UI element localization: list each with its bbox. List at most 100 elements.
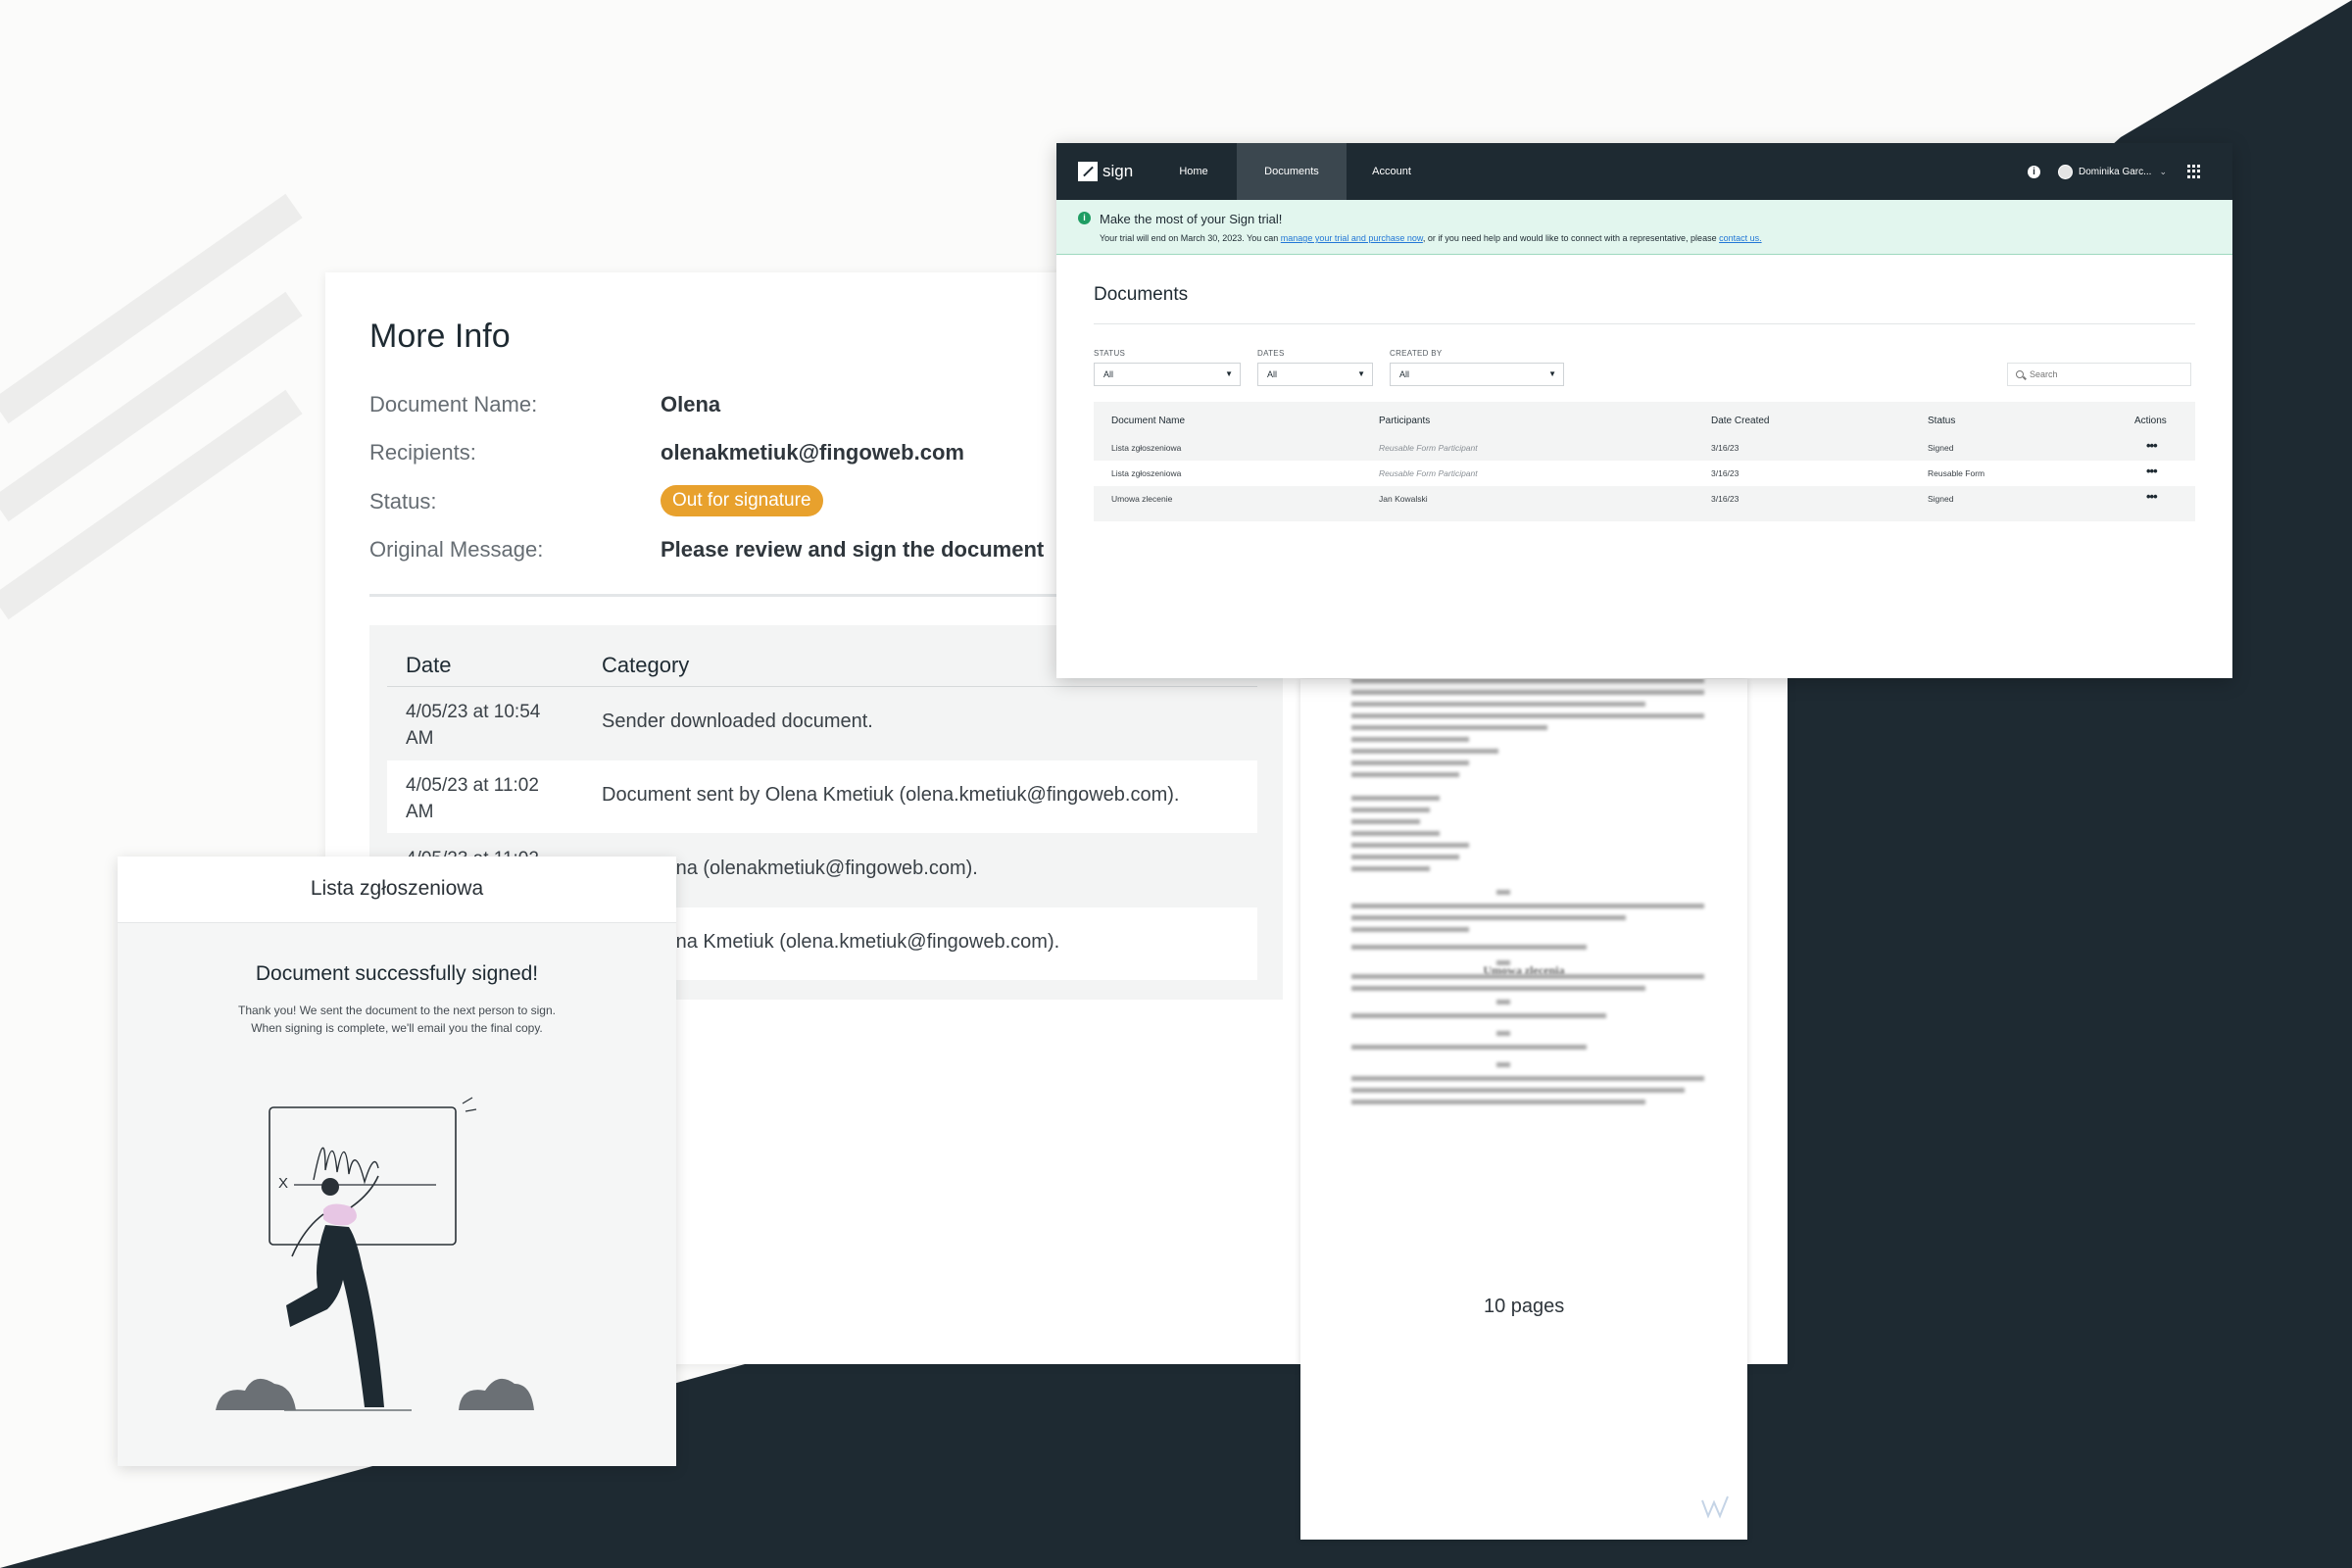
contact-us-link[interactable]: contact us. bbox=[1719, 233, 1762, 243]
dates-filter-label: DATES bbox=[1257, 349, 1285, 358]
blurred-text-line bbox=[1496, 1062, 1510, 1067]
column-header-status[interactable]: Status bbox=[1928, 416, 1955, 426]
modal-title: Document successfully signed! bbox=[255, 962, 539, 985]
modal-message: Thank you! We sent the document to the n… bbox=[176, 1002, 617, 1037]
recipients-value: olenakmetiuk@fingoweb.com bbox=[661, 440, 964, 465]
watermark-icon bbox=[1701, 1495, 1729, 1519]
page-count: 10 pages bbox=[1484, 1296, 1565, 1317]
documents-table: Document Name Participants Date Created … bbox=[1094, 402, 2195, 521]
blurred-text-line bbox=[1351, 904, 1704, 908]
blurred-text-line bbox=[1351, 690, 1704, 695]
status-label: Status: bbox=[369, 489, 437, 514]
trial-banner-title: Make the most of your Sign trial! bbox=[1100, 212, 1283, 226]
blurred-text-line bbox=[1351, 855, 1459, 859]
trial-text-prefix: Your trial will end on March 30, 2023. Y… bbox=[1100, 233, 1281, 243]
tab-home[interactable]: Home bbox=[1162, 143, 1225, 200]
blurred-text-line bbox=[1351, 866, 1430, 871]
blurred-text-line bbox=[1351, 1088, 1685, 1093]
chevron-down-icon: ▼ bbox=[1548, 369, 1556, 378]
signed-success-modal: Lista zgłoszeniowa Document successfully… bbox=[118, 857, 676, 1466]
created-by-filter-select[interactable]: All ▼ bbox=[1390, 363, 1564, 386]
table-row[interactable]: Umowa zlecenie Jan Kowalski 3/16/23 Sign… bbox=[1094, 486, 2195, 512]
history-date: 4/05/23 at 10:54 AM bbox=[406, 702, 541, 749]
row-document-name[interactable]: Lista zgłoszeniowa bbox=[1111, 443, 1181, 453]
manage-trial-link[interactable]: manage your trial and purchase now bbox=[1281, 233, 1423, 243]
blurred-text-line bbox=[1351, 772, 1459, 777]
history-header-category: Category bbox=[602, 653, 690, 677]
logo-text: sign bbox=[1102, 162, 1134, 180]
dates-filter-select[interactable]: All ▼ bbox=[1257, 363, 1373, 386]
pen-logo-icon bbox=[1078, 162, 1098, 181]
user-menu[interactable]: Dominika Garc... ⌄ bbox=[2058, 143, 2167, 200]
blurred-text-line bbox=[1496, 960, 1510, 965]
row-date: 3/16/23 bbox=[1711, 494, 1740, 504]
status-filter-value: All bbox=[1103, 369, 1114, 379]
more-actions-icon[interactable]: ••• bbox=[2146, 489, 2158, 504]
status-filter-label: STATUS bbox=[1094, 349, 1126, 358]
help-button[interactable]: i bbox=[2028, 143, 2040, 200]
row-document-name[interactable]: Umowa zlecenie bbox=[1111, 494, 1172, 504]
table-row[interactable]: Lista zgłoszeniowa Reusable Form Partici… bbox=[1094, 461, 2195, 486]
history-header-date: Date bbox=[406, 653, 452, 677]
original-message-value: Please review and sign the document bbox=[661, 537, 1045, 562]
row-date: 3/16/23 bbox=[1711, 468, 1740, 478]
blurred-text-line bbox=[1351, 737, 1469, 742]
chevron-down-icon: ▼ bbox=[1225, 369, 1233, 378]
row-status: Signed bbox=[1928, 443, 1954, 453]
status-filter-select[interactable]: All ▼ bbox=[1094, 363, 1241, 386]
more-actions-icon[interactable]: ••• bbox=[2146, 464, 2158, 478]
created-by-filter-label: CREATED BY bbox=[1390, 349, 1443, 358]
blurred-text-line bbox=[1351, 1076, 1704, 1081]
document-preview[interactable]: Umowa zlecenia bbox=[1300, 679, 1747, 1540]
table-row[interactable]: Lista zgłoszeniowa Reusable Form Partici… bbox=[1094, 435, 2195, 461]
blurred-text-line bbox=[1351, 843, 1469, 848]
tab-documents[interactable]: Documents bbox=[1237, 143, 1347, 200]
apps-grid-button[interactable] bbox=[2187, 143, 2201, 200]
blurred-text-line bbox=[1496, 890, 1510, 895]
page-title: Documents bbox=[1094, 284, 1189, 305]
document-name-value: Olena bbox=[661, 392, 721, 416]
blurred-text-line bbox=[1351, 1045, 1587, 1050]
search-box[interactable] bbox=[2007, 363, 2191, 386]
blurred-text-line bbox=[1351, 725, 1547, 730]
dates-filter-value: All bbox=[1267, 369, 1278, 379]
trial-banner-text: Your trial will end on March 30, 2023. Y… bbox=[1100, 233, 1762, 243]
search-icon bbox=[2016, 370, 2024, 378]
column-header-name[interactable]: Document Name bbox=[1111, 416, 1185, 426]
modal-message-line-1: Thank you! We sent the document to the n… bbox=[238, 1004, 556, 1017]
tab-account[interactable]: Account bbox=[1356, 143, 1427, 200]
blurred-text-line bbox=[1351, 927, 1469, 932]
search-input[interactable] bbox=[2030, 367, 2186, 382]
blurred-text-line bbox=[1351, 945, 1587, 950]
more-actions-icon[interactable]: ••• bbox=[2146, 438, 2158, 453]
row-participants: Jan Kowalski bbox=[1379, 494, 1428, 504]
row-participants: Reusable Form Participant bbox=[1379, 443, 1478, 453]
original-message-label: Original Message: bbox=[369, 537, 544, 562]
column-header-actions: Actions bbox=[2134, 416, 2167, 426]
blurred-text-line bbox=[1496, 1031, 1510, 1036]
blurred-text-line bbox=[1496, 1000, 1510, 1004]
blurred-text-line bbox=[1351, 679, 1704, 683]
created-by-filter-value: All bbox=[1399, 369, 1410, 379]
info-icon: i bbox=[1078, 212, 1091, 224]
chevron-down-icon: ⌄ bbox=[2159, 166, 2168, 176]
blurred-text-line bbox=[1351, 1013, 1606, 1018]
row-document-name[interactable]: Lista zgłoszeniowa bbox=[1111, 468, 1181, 478]
top-nav: sign Home Documents Account i Dominika G… bbox=[1056, 143, 2232, 200]
modal-message-line-2: When signing is complete, we'll email yo… bbox=[251, 1021, 543, 1035]
modal-header: Lista zgłoszeniowa bbox=[118, 857, 676, 923]
row-status: Signed bbox=[1928, 494, 1954, 504]
more-info-title: More Info bbox=[369, 318, 511, 355]
column-header-participants[interactable]: Participants bbox=[1379, 416, 1430, 426]
sign-logo[interactable]: sign bbox=[1078, 161, 1133, 182]
document-name-label: Document Name: bbox=[369, 392, 538, 416]
blurred-text-line bbox=[1351, 760, 1469, 765]
svg-text:X: X bbox=[278, 1175, 288, 1192]
chevron-down-icon: ▼ bbox=[1357, 369, 1365, 378]
blurred-text-line bbox=[1351, 915, 1626, 920]
blurred-text-line bbox=[1351, 974, 1704, 979]
row-participants: Reusable Form Participant bbox=[1379, 468, 1478, 478]
row-status: Reusable Form bbox=[1928, 468, 1985, 478]
title-divider bbox=[1094, 323, 2195, 324]
column-header-date[interactable]: Date Created bbox=[1711, 416, 1769, 426]
